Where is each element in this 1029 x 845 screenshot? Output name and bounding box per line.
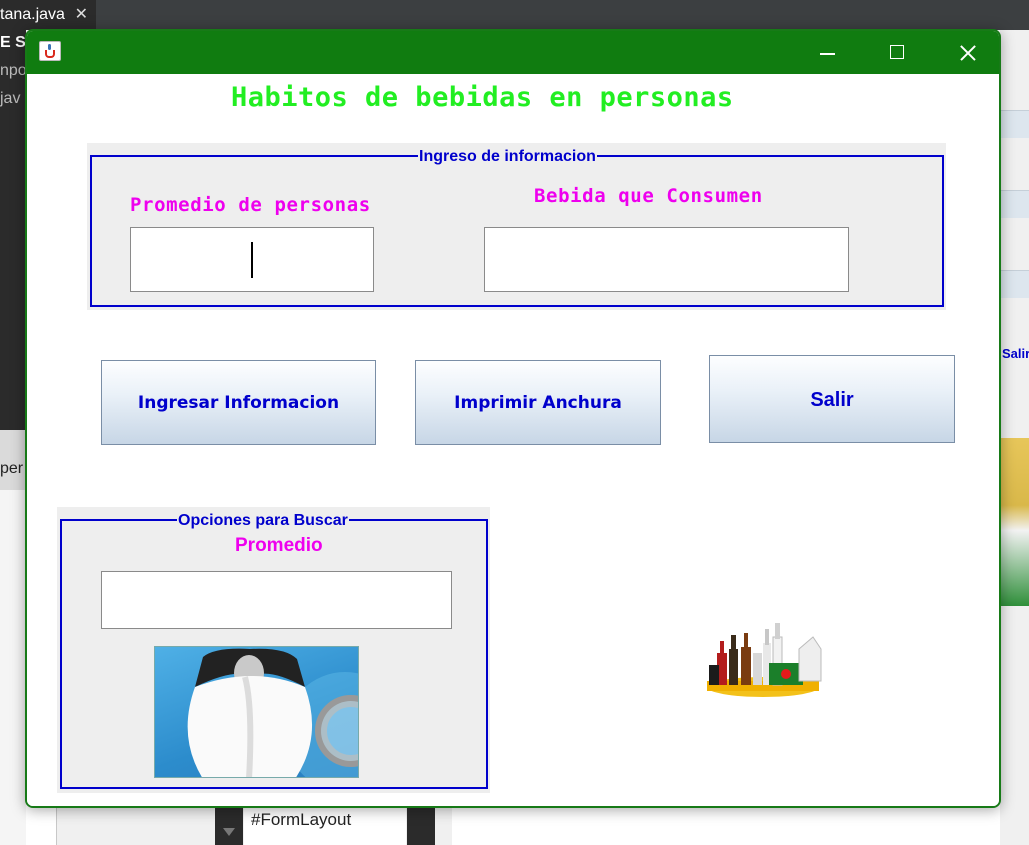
text-caret [251,242,253,278]
ide-right-stripe [1000,270,1029,298]
ide-right-fragment: Salir [1002,346,1029,361]
drinks-image [703,619,825,699]
ingreso-legend: Ingreso de informacion [418,148,597,166]
imprimir-anchura-button[interactable]: Imprimir Anchura [415,360,661,445]
promedio-personas-label: Promedio de personas [130,194,371,216]
ide-bottom-dark-strip [215,806,243,845]
ide-left-lower-panel: per [0,430,26,490]
ide-formlayout-item[interactable]: #FormLayout [251,810,351,830]
ide-right-panel: Salir [1000,30,1029,845]
minimize-icon [820,53,835,55]
bebida-field[interactable] [484,227,849,292]
ide-formlayout-label: FormLayout [260,810,352,829]
ingresar-informacion-button[interactable]: Ingresar Informacion [101,360,376,445]
opciones-legend: Opciones para Buscar [177,512,349,530]
ide-fragment-1: E S [0,34,26,51]
ide-fragment-4: per [0,460,24,477]
ide-editor-tab[interactable]: tana.java ✕ [0,0,96,30]
ide-right-image-fragment [1000,438,1029,606]
ingreso-panel: Ingreso de informacion Promedio de perso… [87,143,946,310]
tab-close-icon[interactable]: ✕ [75,0,88,30]
java-app-icon[interactable] [39,41,61,61]
ide-tab-bar: tana.java ✕ [0,0,1029,30]
search-user-graphic [187,648,358,777]
chevron-down-icon[interactable] [223,828,235,836]
ide-fragment-2: npo [0,62,27,79]
ide-fragment-3: jav [0,90,21,107]
title-bar[interactable] [27,31,999,74]
ide-bottom-dark-strip-2 [407,806,435,845]
opciones-panel: Opciones para Buscar Promedio [57,507,490,793]
promedio-personas-field[interactable] [130,227,374,292]
maximize-button[interactable] [862,31,932,74]
drinks-graphic [707,623,822,697]
promedio-search-field[interactable] [101,571,452,629]
maximize-icon [890,45,904,59]
bebida-label: Bebida que Consumen [534,185,763,207]
minimize-button[interactable] [792,31,862,74]
ide-bottom-panel: #FormLayout [56,806,452,845]
promedio-label: Promedio [235,535,323,556]
ide-left-panel: E S npo jav [0,30,27,430]
content-pane: Habitos de bebidas en personas Ingreso d… [27,74,999,806]
ide-left-area [0,490,26,845]
java-cup [45,50,55,58]
salir-button[interactable]: Salir [709,355,955,443]
page-title: Habitos de bebidas en personas [231,82,734,113]
close-button[interactable] [932,31,999,74]
ide-tab-label: tana.java [0,6,65,23]
app-window: Habitos de bebidas en personas Ingreso d… [25,29,1001,808]
ide-right-stripe [1000,110,1029,138]
search-user-icon [154,646,359,778]
ide-right-stripe [1000,190,1029,218]
